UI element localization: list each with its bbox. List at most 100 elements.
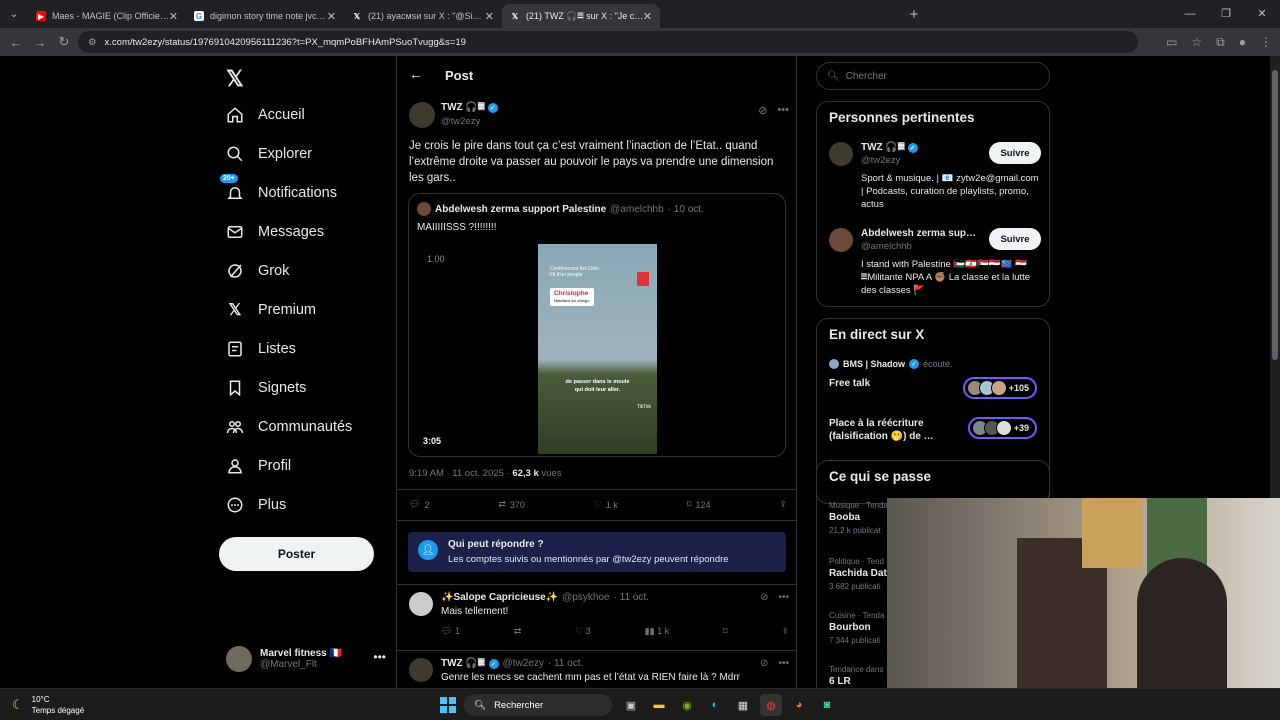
more-icon[interactable]: ••• (778, 592, 789, 603)
person-bio: Sport & musique. | 📧 zytw2e@gmail.com | … (861, 173, 1039, 210)
extensions-icon[interactable]: ⧉ (1216, 35, 1225, 50)
live-host[interactable]: BMS | Shadow ✓ écoute. (829, 359, 953, 369)
reply-tweet[interactable]: ✨Salope Capricieuse✨ @psykhoe · 11 oct. … (409, 592, 789, 648)
close-icon[interactable]: ✕ (643, 10, 652, 23)
reply-author-name[interactable]: TWZ 🎧𝄜 (441, 658, 485, 669)
cast-icon[interactable]: ▭ (1166, 35, 1177, 49)
url-field[interactable]: ⚙ x.com/tw2ezy/status/197691042095611123… (78, 31, 1138, 53)
menu-icon[interactable]: ⋮ (1260, 35, 1272, 49)
scrollbar-thumb[interactable] (1272, 70, 1278, 360)
nav-item-accueil[interactable]: Accueil (226, 106, 305, 124)
grok-icon[interactable]: ⊘ (758, 104, 767, 117)
trend-item[interactable]: Cuisine · Tenda Bourbon 7 344 publicati (829, 611, 884, 645)
reply-button[interactable]: 💬︎ 1 (441, 626, 460, 637)
search-input[interactable]: 🔍︎ Chercher (816, 62, 1050, 90)
follow-button[interactable]: Suivre (989, 228, 1041, 250)
taskbar-search[interactable]: 🔍︎ Rechercher (464, 694, 612, 716)
forward-icon[interactable]: → (28, 35, 52, 50)
profile-avatar-icon[interactable]: ● (1239, 35, 1246, 49)
avatar[interactable] (409, 592, 433, 616)
windows-start-icon[interactable] (440, 697, 456, 713)
person-card[interactable]: TWZ 🎧𝄜 ✓ @tw2ezy Suivre Sport & musique. … (829, 142, 1041, 216)
avatar[interactable] (409, 658, 433, 682)
more-icon[interactable]: ••• (777, 104, 789, 117)
space-title[interactable]: Free talk (829, 377, 949, 390)
quote-video[interactable]: 1.00 Conférences Art-Cités Fil d'un peup… (417, 242, 778, 456)
minimize-icon[interactable]: — (1172, 0, 1208, 28)
repost-button[interactable]: ⇄ 370 (498, 499, 525, 510)
tweet-author-name[interactable]: TWZ 🎧𝄜 ✓ (441, 102, 498, 113)
share-icon[interactable]: ⇪ (781, 626, 789, 637)
maximize-icon[interactable]: ❐ (1208, 0, 1244, 28)
like-button[interactable]: ♡ 3 (575, 626, 591, 637)
nav-item-premium[interactable]: 𝕏 Premium (226, 301, 316, 319)
close-icon[interactable]: ✕ (169, 10, 178, 23)
grok-icon[interactable]: ⊘ (760, 592, 768, 603)
browser-tab[interactable]: 𝕏 (21) ayacмsи sur X : "@SindyOt ✕ (344, 4, 502, 28)
nvidia-icon[interactable]: ◉ (676, 694, 698, 716)
browser-tab-active[interactable]: 𝕏 (21) TWZ 🎧𝄜 sur X : "Je crois ✕ (502, 4, 660, 28)
grok-icon[interactable]: ⊘ (760, 658, 768, 669)
reply-tweet[interactable]: TWZ 🎧𝄜 ✓ @tw2ezy · 11 oct. ⊘ ••• Genre le… (409, 658, 789, 688)
close-icon[interactable]: ✕ (485, 10, 494, 23)
views-button[interactable]: ▮▮ 1 k (645, 626, 669, 637)
space-listeners-pill[interactable]: +39 (967, 417, 1037, 439)
file-explorer-icon[interactable]: ▬ (648, 694, 670, 716)
nav-item-notifications[interactable]: 20+ Notifications (220, 174, 337, 202)
new-tab-button[interactable]: + (900, 6, 928, 23)
tab-search-icon[interactable]: ⌄ (0, 9, 28, 20)
account-switcher[interactable]: Marvel fitness 🇫🇷 @Marvel_Flt ••• (226, 642, 386, 676)
nav-item-profil[interactable]: Profil (226, 457, 291, 475)
nav-label: Notifications (258, 185, 337, 201)
more-icon[interactable]: ••• (373, 650, 386, 664)
quoted-tweet[interactable]: Abdelwesh zerma support Palestine @amelc… (408, 193, 786, 457)
trend-item[interactable]: Musique · Tenda Booba 21,2 k publicat (829, 501, 888, 535)
avatar[interactable] (829, 142, 853, 166)
avatar[interactable] (409, 102, 435, 128)
task-view-icon[interactable]: ▣ (620, 694, 642, 716)
follow-button[interactable]: Suivre (989, 142, 1041, 164)
nav-item-explorer[interactable]: Explorer (226, 145, 312, 163)
share-button[interactable]: ⇪ (779, 499, 787, 510)
chrome-icon[interactable]: ◍ (760, 694, 782, 716)
nav-item-signets[interactable]: Signets (226, 379, 306, 397)
x-logo-icon: 𝕏 (228, 302, 242, 319)
weather-widget[interactable]: ☾ 10°C Temps dégagé (12, 694, 84, 716)
site-info-icon[interactable]: ⚙ (88, 37, 97, 48)
store-icon[interactable]: ▦ (732, 694, 754, 716)
browser-tab[interactable]: G digimon story time note jvc - Re ✕ (186, 4, 344, 28)
trend-item[interactable]: Tendance dans 6 LR (829, 665, 883, 687)
reply-author-name[interactable]: ✨Salope Capricieuse✨ (441, 592, 558, 603)
more-icon[interactable]: ••• (778, 658, 789, 669)
url-text: x.com/tw2ezy/status/1976910420956111236?… (104, 36, 466, 48)
trend-item[interactable]: Politique · Tend Rachida Dati 3 682 publ… (829, 557, 890, 591)
nav-item-communautes[interactable]: Communautés (226, 418, 352, 436)
reply-button[interactable]: 💬︎ 2 (409, 499, 429, 510)
reload-icon[interactable]: ↻ (52, 34, 76, 50)
bookmark-button[interactable]: ⌑ 124 (687, 499, 711, 510)
space-title[interactable]: Place à la réécriture (falsification 🫢) … (829, 417, 949, 443)
x-logo-icon[interactable]: 𝕏 (226, 66, 244, 92)
edge-icon[interactable]: ◐ (704, 694, 726, 716)
repost-button[interactable]: ⇄ (514, 626, 522, 637)
back-icon[interactable]: ← (4, 35, 28, 50)
close-window-icon[interactable]: ✕ (1244, 0, 1280, 28)
back-arrow-icon[interactable]: ← (409, 66, 423, 82)
tweet-author-handle[interactable]: @tw2ezy (441, 116, 480, 127)
person-image (1137, 558, 1227, 688)
like-button[interactable]: ♡ 1 k (594, 499, 618, 510)
bookmark-star-icon[interactable]: ☆ (1191, 35, 1202, 49)
nav-item-listes[interactable]: Listes (226, 340, 296, 358)
bookmark-icon[interactable]: ⌑ (723, 626, 728, 637)
avatar[interactable] (829, 228, 853, 252)
person-card[interactable]: Abdelwesh zerma sup… @amelchhb Suivre I … (829, 228, 1041, 302)
nav-item-messages[interactable]: Messages (226, 223, 324, 241)
space-listeners-pill[interactable]: +105 (962, 377, 1037, 399)
post-button[interactable]: Poster (219, 537, 374, 571)
nav-item-plus[interactable]: Plus (226, 496, 286, 514)
nav-item-grok[interactable]: Grok (226, 262, 289, 280)
app-icon[interactable]: ◙ (816, 694, 838, 716)
browser-tab[interactable]: ▶ Maes - MAGIE (Clip Officiel) - Y ✕ (28, 4, 186, 28)
firefox-icon[interactable]: ◕ (788, 694, 810, 716)
close-icon[interactable]: ✕ (327, 10, 336, 23)
